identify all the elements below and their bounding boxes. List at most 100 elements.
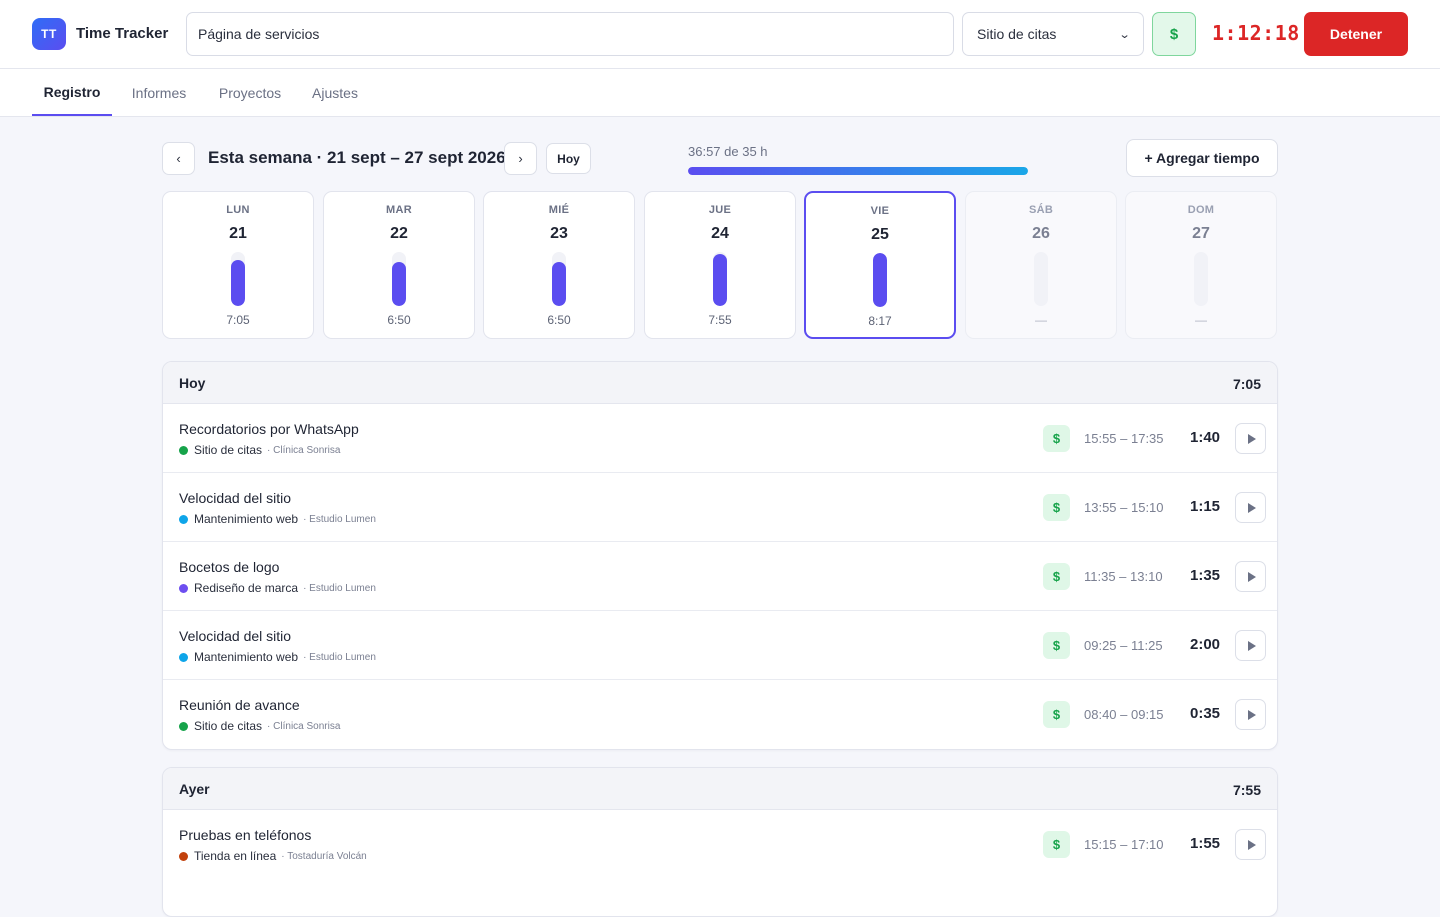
- day-hours-fill: [552, 261, 566, 306]
- play-icon: [1247, 709, 1256, 720]
- day-total: 6:50: [547, 313, 571, 327]
- project-name: Mantenimiento web: [194, 512, 299, 526]
- project-name: Sitio de citas: [194, 719, 263, 733]
- entry-title: Velocidad del sitio: [179, 628, 292, 644]
- day-number: 27: [1192, 225, 1210, 242]
- entry-time-range: 13:55 – 15:10: [1084, 500, 1164, 515]
- project-color-dot: [179, 721, 188, 731]
- day-total: 6:50: [387, 313, 411, 327]
- tab-ajustes[interactable]: Ajustes: [300, 69, 370, 116]
- main-tabs: Registro Informes Proyectos Ajustes: [0, 69, 1440, 117]
- day-hours-fill: [231, 260, 245, 306]
- chevron-down-icon: ⌄: [1118, 28, 1131, 41]
- day-name: MAR: [386, 204, 412, 216]
- day-card-wed[interactable]: MIÉ 23 6:50: [483, 191, 635, 339]
- resume-entry-button[interactable]: [1235, 699, 1266, 730]
- resume-entry-button[interactable]: [1235, 492, 1266, 523]
- day-name: SÁB: [1028, 204, 1054, 216]
- billable-badge[interactable]: $: [1043, 425, 1070, 452]
- next-week-button[interactable]: ›: [504, 142, 537, 175]
- day-group-yesterday: Ayer 7:55 Pruebas en teléfonos Tienda en…: [162, 767, 1278, 917]
- day-number: 22: [390, 225, 408, 242]
- play-icon: [1247, 640, 1256, 651]
- add-time-button[interactable]: + Agregar tiempo: [1126, 139, 1278, 177]
- project-color-dot: [179, 514, 188, 524]
- day-hours-bar: [1194, 252, 1208, 306]
- day-card-fri[interactable]: VIE 25 8:17: [804, 191, 956, 339]
- day-card-tue[interactable]: MAR 22 6:50: [323, 191, 475, 339]
- entry-title: Bocetos de logo: [179, 559, 280, 575]
- stop-timer-button[interactable]: Detener: [1304, 12, 1408, 56]
- day-group-label: Hoy: [179, 375, 206, 391]
- client-name: · Estudio Lumen: [303, 513, 376, 525]
- project-color-dot: [179, 583, 188, 593]
- project-select[interactable]: Sitio de citas ⌄: [962, 12, 1144, 56]
- billable-badge[interactable]: $: [1043, 563, 1070, 590]
- time-entry[interactable]: Pruebas en teléfonos Tienda en línea · T…: [163, 810, 1277, 879]
- tab-informes[interactable]: Informes: [118, 69, 200, 116]
- tab-registro[interactable]: Registro: [32, 69, 112, 116]
- time-entry[interactable]: Velocidad del sitio Mantenimiento web · …: [163, 611, 1277, 680]
- play-icon: [1247, 502, 1256, 513]
- weekly-progress-bar: [688, 167, 1028, 175]
- entry-title: Velocidad del sitio: [179, 490, 292, 506]
- day-hours-fill: [392, 261, 406, 306]
- day-name: DOM: [1187, 204, 1215, 216]
- time-entry[interactable]: Velocidad del sitio Mantenimiento web · …: [163, 473, 1277, 542]
- day-name: MIÉ: [548, 204, 570, 216]
- billable-badge[interactable]: $: [1043, 494, 1070, 521]
- day-group-total: 7:05: [1232, 376, 1261, 392]
- client-name: · Clínica Sonrisa: [267, 444, 341, 456]
- project-name: Mantenimiento web: [194, 650, 299, 664]
- entry-title: Pruebas en teléfonos: [179, 827, 312, 843]
- previous-week-button[interactable]: ‹: [162, 142, 195, 175]
- day-hours-fill: [873, 253, 887, 307]
- day-hours-bar: [552, 252, 566, 306]
- task-description-input[interactable]: [186, 12, 954, 56]
- time-entry[interactable]: Reunión de avance Sitio de citas · Clíni…: [163, 680, 1277, 749]
- day-name: LUN: [226, 204, 250, 216]
- day-total: —: [1035, 313, 1047, 327]
- day-number: 25: [871, 226, 889, 243]
- time-entry[interactable]: Recordatorios por WhatsApp Sitio de cita…: [163, 404, 1277, 473]
- billable-toggle-button[interactable]: $: [1152, 12, 1196, 56]
- entry-time-range: 09:25 – 11:25: [1084, 638, 1163, 653]
- day-number: 23: [550, 225, 568, 242]
- resume-entry-button[interactable]: [1235, 829, 1266, 860]
- top-bar: TT Time Tracker Sitio de citas ⌄ $ 1:12:…: [0, 0, 1440, 69]
- tab-proyectos[interactable]: Proyectos: [206, 69, 294, 116]
- resume-entry-button[interactable]: [1235, 561, 1266, 592]
- day-card-sat[interactable]: SÁB 26 —: [965, 191, 1117, 339]
- day-total: 7:55: [708, 313, 732, 327]
- entry-project: Tienda en línea · Tostaduría Volcán: [179, 849, 367, 863]
- entry-project: Rediseño de marca · Estudio Lumen: [179, 581, 376, 595]
- play-icon: [1247, 433, 1256, 444]
- client-name: · Estudio Lumen: [303, 651, 376, 663]
- time-entry[interactable]: Bocetos de logo Rediseño de marca · Estu…: [163, 542, 1277, 611]
- resume-entry-button[interactable]: [1235, 630, 1266, 661]
- day-total: 8:17: [868, 314, 892, 328]
- day-hours-bar: [1034, 252, 1048, 306]
- entry-time-range: 15:55 – 17:35: [1084, 431, 1164, 446]
- day-card-sun[interactable]: DOM 27 —: [1125, 191, 1277, 339]
- day-group-label: Ayer: [179, 781, 210, 797]
- entry-time-range: 11:35 – 13:10: [1084, 569, 1163, 584]
- day-total: —: [1195, 313, 1207, 327]
- app-title: Time Tracker: [76, 25, 169, 42]
- billable-badge[interactable]: $: [1043, 701, 1070, 728]
- entry-project: Sitio de citas · Clínica Sonrisa: [179, 719, 340, 733]
- project-color-dot: [179, 851, 188, 861]
- day-hours-bar: [713, 252, 727, 306]
- day-number: 24: [711, 225, 729, 242]
- day-card-mon[interactable]: LUN 21 7:05: [162, 191, 314, 339]
- client-name: · Estudio Lumen: [303, 582, 376, 594]
- billable-badge[interactable]: $: [1043, 831, 1070, 858]
- resume-entry-button[interactable]: [1235, 423, 1266, 454]
- day-name: VIE: [870, 205, 890, 217]
- day-group-header: Ayer 7:55: [163, 768, 1277, 810]
- today-button[interactable]: Hoy: [546, 143, 591, 174]
- day-card-thu[interactable]: JUE 24 7:55: [644, 191, 796, 339]
- billable-badge[interactable]: $: [1043, 632, 1070, 659]
- entry-duration: 1:15: [1190, 498, 1221, 515]
- week-range-title: Esta semana · 21 sept – 27 sept 2026: [208, 148, 506, 167]
